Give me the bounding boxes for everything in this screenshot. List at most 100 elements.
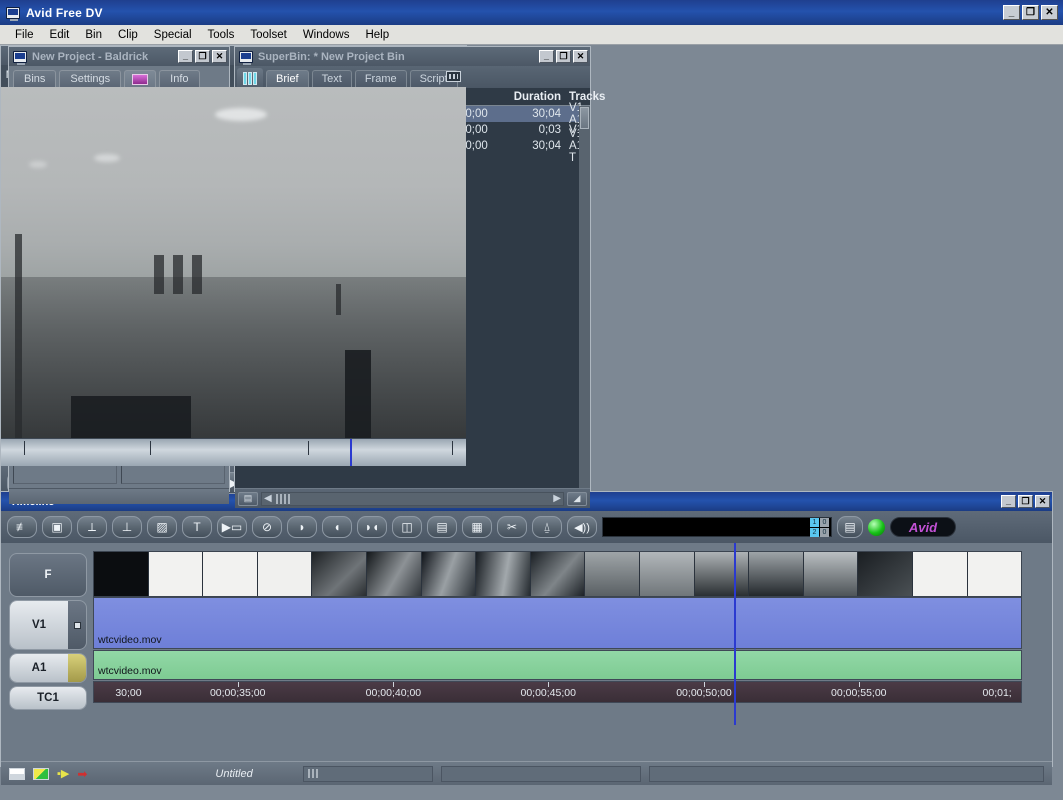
track-list-icon[interactable]: ▤ bbox=[837, 516, 863, 538]
video-track-v1[interactable]: wtcvideo.mov bbox=[93, 597, 1022, 649]
track-selector-1[interactable]: 1 bbox=[810, 518, 819, 527]
timeline-canvas[interactable]: wtcvideo.mov wtcvideo.mov 30;00 00;00;35… bbox=[93, 551, 1022, 703]
maximize-button[interactable]: ❐ bbox=[1022, 5, 1039, 20]
bin-maximize-button[interactable]: ❐ bbox=[556, 50, 571, 63]
timecode-ruler[interactable]: 30;00 00;00;35;00 00;00;40;00 00;00;45;0… bbox=[93, 681, 1022, 703]
filmstrip-frame bbox=[531, 552, 586, 596]
bin-resize-grip[interactable]: ◢ bbox=[567, 492, 587, 506]
row-duration: 30;04 bbox=[503, 140, 565, 152]
track-selector-grid[interactable]: 1 0 2 0 bbox=[810, 518, 829, 537]
scrollbar-grip[interactable] bbox=[276, 494, 290, 504]
timeline-maximize-button[interactable]: ❐ bbox=[1018, 495, 1033, 508]
track-label: A1 bbox=[10, 654, 68, 682]
track-header-V1[interactable]: V1 bbox=[9, 600, 87, 650]
track-header-A1[interactable]: A1 bbox=[9, 653, 87, 683]
mark-in-icon[interactable]: ◗ bbox=[287, 516, 317, 538]
status-scroll-field[interactable] bbox=[303, 766, 433, 782]
tab-info[interactable]: Info bbox=[159, 70, 199, 88]
project-maximize-button[interactable]: ❐ bbox=[195, 50, 210, 63]
timeline-minimize-button[interactable]: _ bbox=[1001, 495, 1016, 508]
red-arrow-icon[interactable]: ➡ bbox=[77, 767, 87, 781]
track-selector-2[interactable]: 2 bbox=[810, 528, 819, 537]
close-button[interactable]: ✕ bbox=[1041, 5, 1058, 20]
mark-clip-icon[interactable]: ◗◖ bbox=[357, 516, 387, 538]
lift-icon[interactable]: ⊥ bbox=[112, 516, 142, 538]
bin-view-mode-button[interactable]: ▤ bbox=[238, 492, 258, 506]
track-header-F[interactable]: F bbox=[9, 553, 87, 597]
track-selector-2-alt[interactable]: 0 bbox=[820, 528, 829, 537]
building-shape bbox=[192, 255, 202, 294]
menu-item-bin[interactable]: Bin bbox=[78, 28, 109, 42]
filmstrip-track[interactable] bbox=[93, 551, 1022, 597]
audio-monitor-toggle[interactable] bbox=[68, 654, 86, 682]
scroll-left-icon[interactable]: ◀ bbox=[264, 493, 272, 504]
effect-mode-icon[interactable]: ▶▭ bbox=[217, 516, 247, 538]
tab-bins[interactable]: Bins bbox=[13, 70, 56, 88]
bin-minimize-button[interactable]: _ bbox=[539, 50, 554, 63]
sequence-map-icon[interactable]: ≢ bbox=[7, 516, 37, 538]
no-entry-icon[interactable]: ⊘ bbox=[252, 516, 282, 538]
menu-item-special[interactable]: Special bbox=[147, 28, 199, 42]
sequence-icon bbox=[446, 71, 461, 82]
bin-horizontal-scrollbar[interactable]: ◀ ▶ bbox=[261, 492, 564, 506]
double-arrow-icon[interactable]: ▪▶ bbox=[57, 767, 69, 780]
tab-text[interactable]: Text bbox=[312, 70, 352, 88]
avid-logo: Avid bbox=[890, 517, 956, 537]
title-tool-icon[interactable]: T bbox=[182, 516, 212, 538]
monitor-icon bbox=[74, 622, 81, 629]
track-selector-1-alt[interactable]: 0 bbox=[820, 518, 829, 527]
lift-overwrite-icon[interactable]: ⍙ bbox=[532, 516, 562, 538]
timeline-playhead[interactable] bbox=[734, 543, 736, 725]
menu-item-windows[interactable]: Windows bbox=[296, 28, 357, 42]
track-label: V1 bbox=[10, 601, 68, 649]
ruler-label: 30;00 bbox=[115, 687, 141, 699]
filmstrip-frame bbox=[585, 552, 640, 596]
column-header-tracks[interactable]: Tracks bbox=[565, 91, 609, 103]
scrollbar-thumb[interactable] bbox=[580, 107, 589, 129]
composer-video-display[interactable] bbox=[1, 87, 466, 438]
menu-item-edit[interactable]: Edit bbox=[43, 28, 77, 42]
audio-track-a1[interactable]: wtcvideo.mov bbox=[93, 650, 1022, 680]
filmstrip-frame bbox=[312, 552, 367, 596]
trim-scissors-icon[interactable]: ✂ bbox=[497, 516, 527, 538]
scroll-right-icon[interactable]: ▶ bbox=[553, 493, 561, 504]
status-field-3[interactable] bbox=[649, 766, 1044, 782]
status-field-2[interactable] bbox=[441, 766, 641, 782]
cloud-icon bbox=[29, 161, 47, 168]
menu-item-tools[interactable]: Tools bbox=[201, 28, 242, 42]
split-icon[interactable]: ◫ bbox=[392, 516, 422, 538]
green-triangle-icon[interactable] bbox=[33, 768, 49, 780]
tab-effects[interactable] bbox=[124, 70, 156, 88]
menu-item-clip[interactable]: Clip bbox=[111, 28, 145, 42]
fast-menu-icon[interactable]: ▦ bbox=[462, 516, 492, 538]
project-close-button[interactable]: ✕ bbox=[212, 50, 227, 63]
bin-close-button[interactable]: ✕ bbox=[573, 50, 588, 63]
project-minimize-button[interactable]: _ bbox=[178, 50, 193, 63]
timeline-editing-area: F V1 A1 TC1 bbox=[1, 543, 1052, 785]
tab-settings[interactable]: Settings bbox=[59, 70, 121, 88]
tab-brief[interactable]: Brief bbox=[266, 70, 309, 88]
menu-item-file[interactable]: File bbox=[8, 28, 41, 42]
timeline-close-button[interactable]: ✕ bbox=[1035, 495, 1050, 508]
menu-item-help[interactable]: Help bbox=[358, 28, 396, 42]
track-monitor-toggle[interactable] bbox=[68, 601, 86, 649]
column-header-duration[interactable]: Duration bbox=[503, 91, 565, 103]
dither-icon[interactable]: ▨ bbox=[147, 516, 177, 538]
bin-vertical-scrollbar[interactable] bbox=[579, 106, 590, 488]
track-header-TC1[interactable]: TC1 bbox=[9, 686, 87, 710]
superbin-toggle-icon[interactable] bbox=[237, 68, 263, 88]
mark-out-icon[interactable]: ◖ bbox=[322, 516, 352, 538]
menu-item-toolset[interactable]: Toolset bbox=[243, 28, 293, 42]
scrollbar-grip[interactable] bbox=[308, 769, 318, 778]
tab-frame[interactable]: Frame bbox=[355, 70, 407, 88]
minimize-button[interactable]: _ bbox=[1003, 5, 1020, 20]
project-title: New Project - Baldrick bbox=[32, 51, 148, 63]
overwrite-icon[interactable]: ▤ bbox=[427, 516, 457, 538]
project-title-bar: New Project - Baldrick _ ❐ ✕ bbox=[9, 47, 229, 66]
audio-icon[interactable]: ◀)) bbox=[567, 516, 597, 538]
composer-position-bar[interactable] bbox=[1, 438, 466, 466]
video-quality-icon[interactable]: ▣ bbox=[42, 516, 72, 538]
add-edit-icon[interactable]: ⟂ bbox=[77, 516, 107, 538]
record-icon[interactable] bbox=[9, 768, 25, 780]
composer-playhead[interactable] bbox=[350, 439, 352, 466]
